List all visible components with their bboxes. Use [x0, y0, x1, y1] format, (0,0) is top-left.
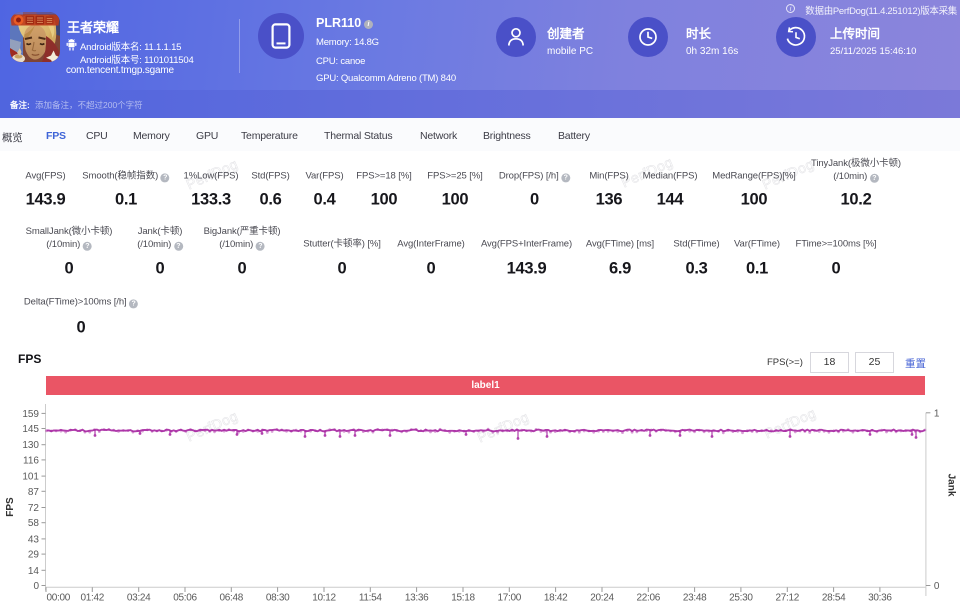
svg-text:FPS: FPS — [5, 497, 16, 517]
svg-text:0: 0 — [33, 581, 39, 592]
svg-text:130: 130 — [22, 440, 39, 451]
svg-text:29: 29 — [28, 550, 40, 561]
svg-text:101: 101 — [22, 472, 39, 483]
svg-text:27:12: 27:12 — [776, 593, 800, 604]
svg-text:17:00: 17:00 — [498, 593, 522, 604]
svg-text:14: 14 — [28, 566, 40, 577]
svg-text:159: 159 — [22, 409, 39, 420]
svg-text:20:24: 20:24 — [590, 593, 614, 604]
svg-text:11:54: 11:54 — [359, 593, 383, 604]
svg-text:43: 43 — [28, 534, 40, 545]
svg-text:58: 58 — [28, 518, 40, 529]
svg-text:116: 116 — [23, 455, 39, 466]
svg-text:87: 87 — [28, 487, 40, 498]
svg-text:03:24: 03:24 — [127, 593, 151, 604]
svg-text:0: 0 — [934, 581, 940, 592]
svg-text:25:30: 25:30 — [729, 593, 753, 604]
svg-text:06:48: 06:48 — [220, 593, 244, 604]
svg-text:145: 145 — [22, 424, 39, 435]
svg-text:18:42: 18:42 — [544, 593, 568, 604]
svg-text:28:54: 28:54 — [822, 593, 846, 604]
svg-text:10:12: 10:12 — [312, 593, 336, 604]
svg-text:1: 1 — [934, 408, 940, 419]
svg-text:22:06: 22:06 — [637, 593, 661, 604]
svg-text:30:36: 30:36 — [868, 593, 892, 604]
svg-text:15:18: 15:18 — [451, 593, 475, 604]
svg-text:23:48: 23:48 — [683, 593, 707, 604]
svg-text:Jank: Jank — [946, 474, 957, 497]
svg-text:72: 72 — [28, 503, 40, 514]
svg-text:13:36: 13:36 — [405, 593, 429, 604]
svg-text:08:30: 08:30 — [266, 593, 290, 604]
svg-text:00:00: 00:00 — [47, 593, 71, 604]
svg-text:05:06: 05:06 — [173, 593, 197, 604]
svg-text:01:42: 01:42 — [81, 593, 105, 604]
